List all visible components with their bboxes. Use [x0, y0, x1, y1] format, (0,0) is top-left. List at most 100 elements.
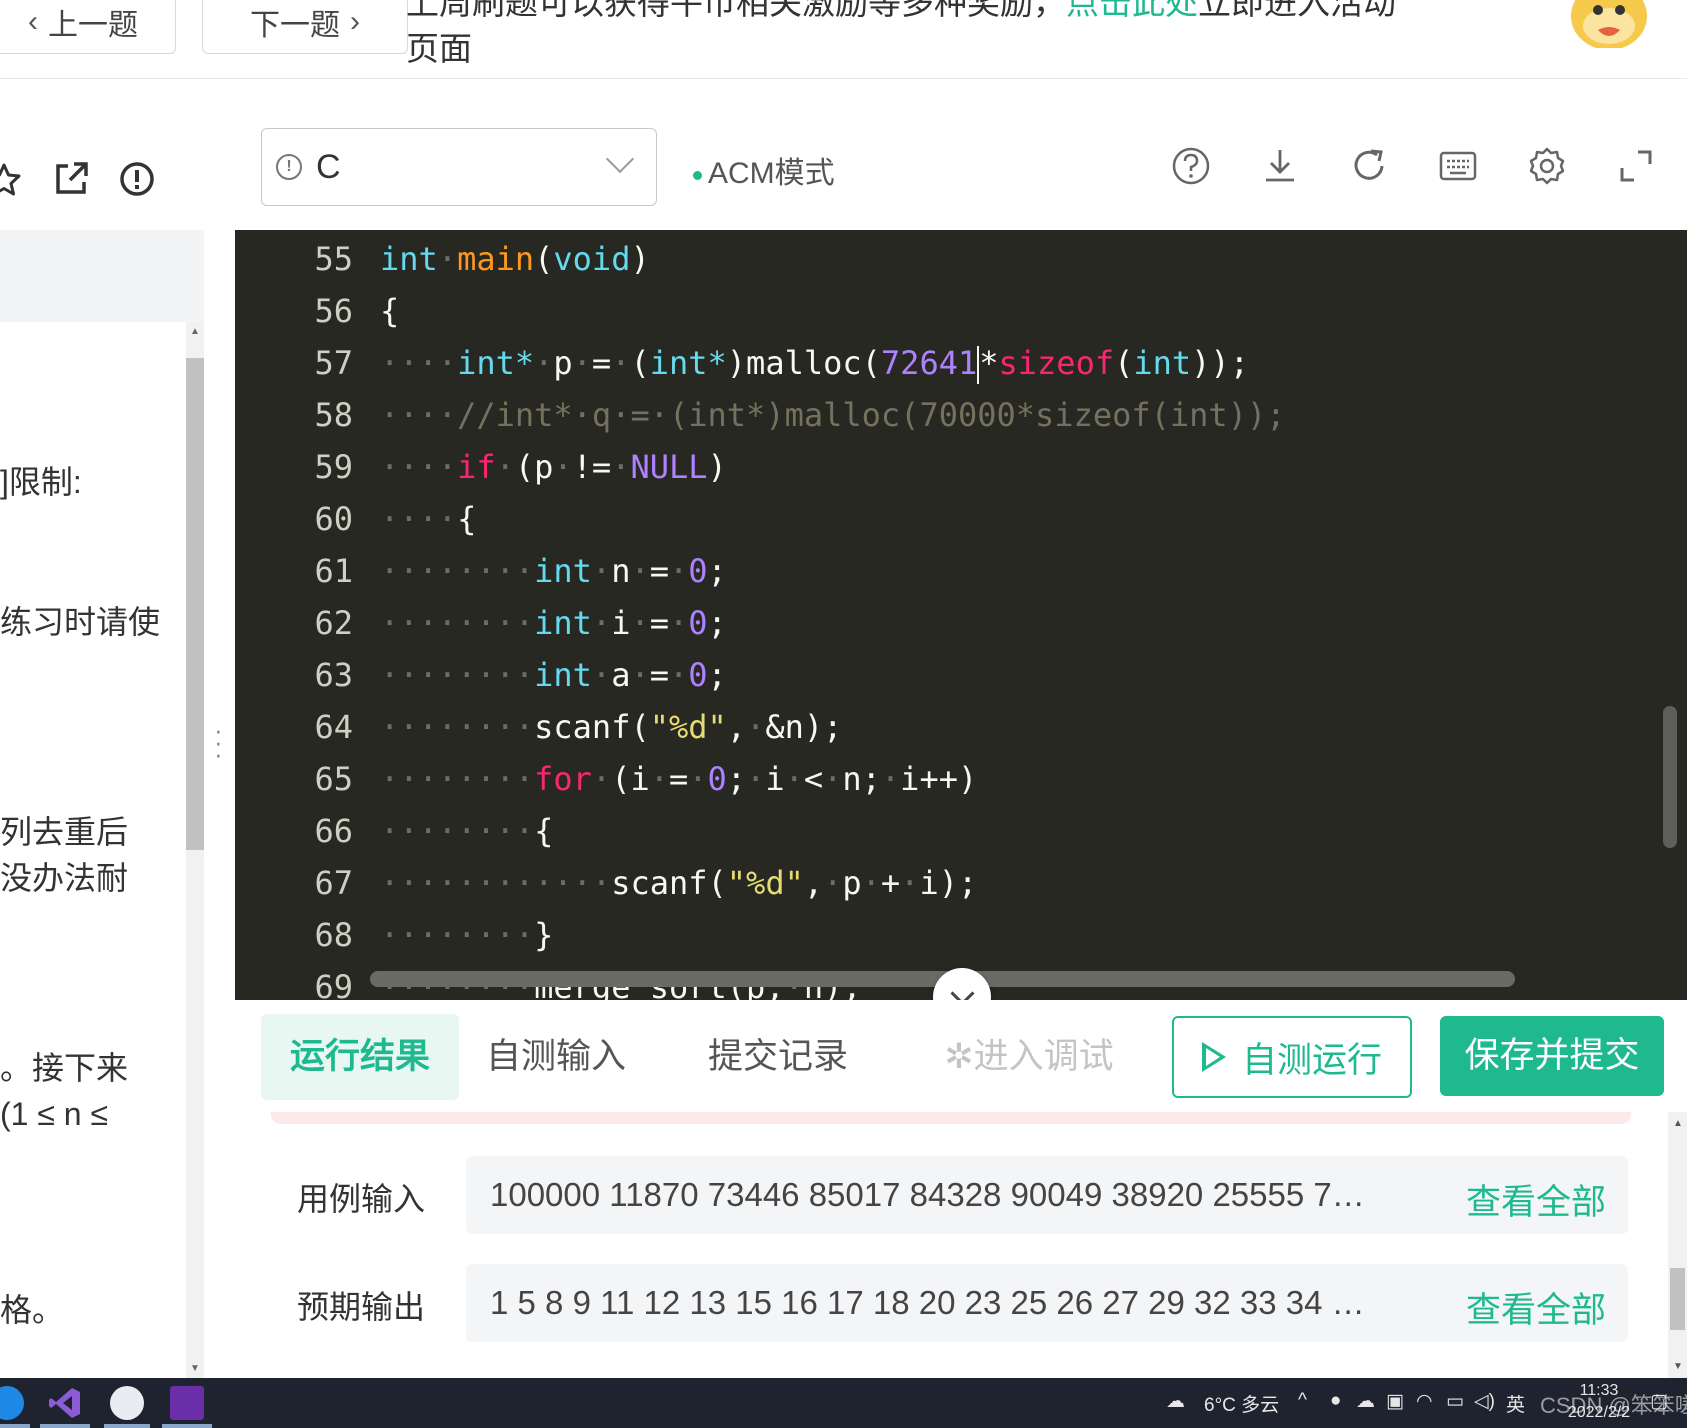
expected-output-label: 预期输出 — [297, 1289, 426, 1325]
line-number: 65 — [314, 760, 353, 798]
expected-output-value: 1 5 8 9 11 12 13 15 16 17 18 20 23 25 26… — [490, 1284, 1370, 1321]
info-icon: ! — [276, 154, 302, 180]
expected-output-box: 1 5 8 9 11 12 13 15 16 17 18 20 23 25 26… — [466, 1264, 1628, 1342]
problem-toolbar — [0, 106, 204, 230]
weather-text[interactable]: 6°C 多云 — [1204, 1390, 1279, 1417]
tray-expand-icon[interactable]: ^ — [1298, 1390, 1307, 1412]
line-number: 67 — [314, 864, 353, 902]
user-avatar[interactable] — [1568, 0, 1650, 48]
self-run-button[interactable]: 自测运行 — [1172, 1016, 1412, 1098]
settings-icon[interactable] — [1527, 146, 1567, 186]
case-input-label: 用例输入 — [297, 1181, 426, 1217]
windows-taskbar: ☁ 6°C 多云 ^ ● ☁ ▣ ◠ ▭ ◁) 英 11:33 2022/2/2… — [0, 1378, 1687, 1428]
view-all-output-link[interactable]: 查看全部 — [1466, 1282, 1606, 1333]
download-icon[interactable] — [1260, 146, 1300, 186]
qq-tray-icon[interactable]: ● — [1330, 1390, 1341, 1412]
line-number: 58 — [314, 396, 353, 434]
chevron-left-icon: ‹ — [28, 5, 38, 38]
prev-question-button[interactable]: ‹ 上一题 — [0, 0, 176, 54]
scroll-up-arrow-icon[interactable]: ▲ — [1673, 1118, 1683, 1129]
line-number: 55 — [314, 240, 353, 278]
view-all-input-link[interactable]: 查看全部 — [1466, 1174, 1606, 1225]
text-cursor — [977, 346, 980, 384]
terminal-icon[interactable] — [170, 1386, 204, 1420]
problem-text-line: 练习时请使 — [0, 604, 161, 640]
chevron-right-icon: › — [350, 5, 360, 38]
ime-indicator[interactable]: 英 — [1506, 1390, 1525, 1417]
result-tabs-bar: 运行结果 自测输入 提交记录 ✲进入调试 自测运行 保存并提交 — [235, 1000, 1687, 1113]
tab-submit-history[interactable]: 提交记录 — [703, 1014, 853, 1100]
battery-icon[interactable]: ▭ — [1446, 1390, 1464, 1413]
weather-icon[interactable]: ☁ — [1166, 1390, 1185, 1413]
csdn-watermark: CSDN @笨笨嗟 — [1540, 1393, 1687, 1418]
line-number: 64 — [314, 708, 353, 746]
wifi-icon[interactable]: ◠ — [1416, 1390, 1433, 1413]
active-indicator — [162, 1424, 212, 1428]
scroll-up-arrow-icon[interactable]: ▲ — [190, 326, 200, 337]
code-vertical-scrollbar[interactable] — [1663, 706, 1677, 848]
notice-text-line2: 页面 — [406, 30, 472, 67]
problem-text-line: 格。 — [0, 1292, 65, 1328]
problem-scroll-thumb[interactable] — [186, 358, 204, 850]
report-icon[interactable] — [118, 160, 156, 198]
scroll-down-arrow-icon[interactable]: ▼ — [1673, 1361, 1683, 1372]
notice-text-after: 立即进入活动 — [1198, 0, 1396, 21]
line-number: 61 — [314, 552, 353, 590]
active-indicator — [104, 1424, 150, 1428]
cloud-tray-icon[interactable]: ☁ — [1356, 1390, 1375, 1413]
activity-notice: 上周刷题可以获得牛币相关激励等多种奖励，点击此处立即进入活动 页面 — [406, 0, 1466, 72]
chevron-down-icon — [605, 144, 635, 174]
problem-text-line: 没办法耐 — [0, 860, 129, 896]
notice-link[interactable]: 点击此处 — [1066, 0, 1198, 21]
result-scrollbar[interactable]: ▲ ▼ — [1668, 1112, 1687, 1378]
tab-debug[interactable]: ✲进入调试 — [939, 1014, 1119, 1100]
line-number: 63 — [314, 656, 353, 694]
scroll-down-arrow-icon[interactable]: ▼ — [190, 1363, 200, 1374]
problem-text-line: ]限制: — [0, 464, 82, 500]
line-number: 68 — [314, 916, 353, 954]
keyboard-icon[interactable] — [1438, 146, 1478, 186]
network-tray-icon[interactable]: ▣ — [1386, 1390, 1404, 1413]
case-input-value: 100000 11870 73446 85017 84328 90049 389… — [490, 1176, 1370, 1213]
line-number: 59 — [314, 448, 353, 486]
mode-text: ACM模式 — [708, 157, 835, 190]
problem-text-line: (1 ≤ n ≤ — [0, 1096, 109, 1132]
line-number: 56 — [314, 292, 353, 330]
help-icon[interactable] — [1171, 146, 1211, 186]
run-result-panel: 用例输入 100000 11870 73446 85017 84328 9004… — [235, 1112, 1687, 1378]
volume-icon[interactable]: ◁) — [1474, 1390, 1495, 1413]
line-number: 62 — [314, 604, 353, 642]
active-indicator — [0, 1424, 30, 1428]
problem-panel: ▲ ▼ — [0, 106, 204, 1378]
line-number: 66 — [314, 812, 353, 850]
language-select[interactable]: ! C — [261, 128, 657, 206]
language-value: C — [316, 147, 341, 186]
star-icon[interactable] — [0, 162, 22, 198]
panel-resize-handle[interactable]: · · · — [214, 717, 223, 767]
refresh-icon[interactable] — [1349, 146, 1389, 186]
acm-mode-label[interactable]: ACM模式 — [693, 148, 835, 192]
problem-text-line: 。接下来 — [0, 1050, 129, 1086]
error-banner — [271, 1112, 1631, 1124]
top-bar: ‹ 上一题 下一题 › 上周刷题可以获得牛币相关激励等多种奖励，点击此处立即进入… — [0, 0, 1687, 79]
line-number: 69 — [314, 968, 353, 1000]
problem-text-line: 列去重后 — [0, 814, 129, 850]
tab-run-result[interactable]: 运行结果 — [261, 1014, 459, 1100]
problem-scrollbar[interactable]: ▲ ▼ — [186, 322, 204, 1378]
visual-studio-icon[interactable] — [48, 1386, 82, 1420]
prev-question-label: 上一题 — [48, 9, 138, 42]
line-number: 57 — [314, 344, 353, 382]
chat-app-icon[interactable] — [110, 1386, 144, 1420]
play-icon — [1201, 1042, 1226, 1072]
self-run-label: 自测运行 — [1241, 1040, 1382, 1080]
mode-dot-icon — [693, 170, 702, 180]
save-submit-button[interactable]: 保存并提交 — [1440, 1016, 1664, 1096]
code-editor[interactable]: 55 int·main(void) 56{ 57 ····int*·p·=·(int… — [235, 230, 1687, 1000]
fullscreen-icon[interactable] — [1616, 146, 1656, 186]
result-scroll-thumb[interactable] — [1670, 1268, 1685, 1330]
tab-self-input[interactable]: 自测输入 — [481, 1014, 631, 1100]
case-input-box: 100000 11870 73446 85017 84328 90049 389… — [466, 1156, 1628, 1234]
next-question-button[interactable]: 下一题 › — [202, 0, 408, 54]
edge-browser-icon[interactable] — [0, 1386, 24, 1420]
share-icon[interactable] — [52, 160, 90, 198]
